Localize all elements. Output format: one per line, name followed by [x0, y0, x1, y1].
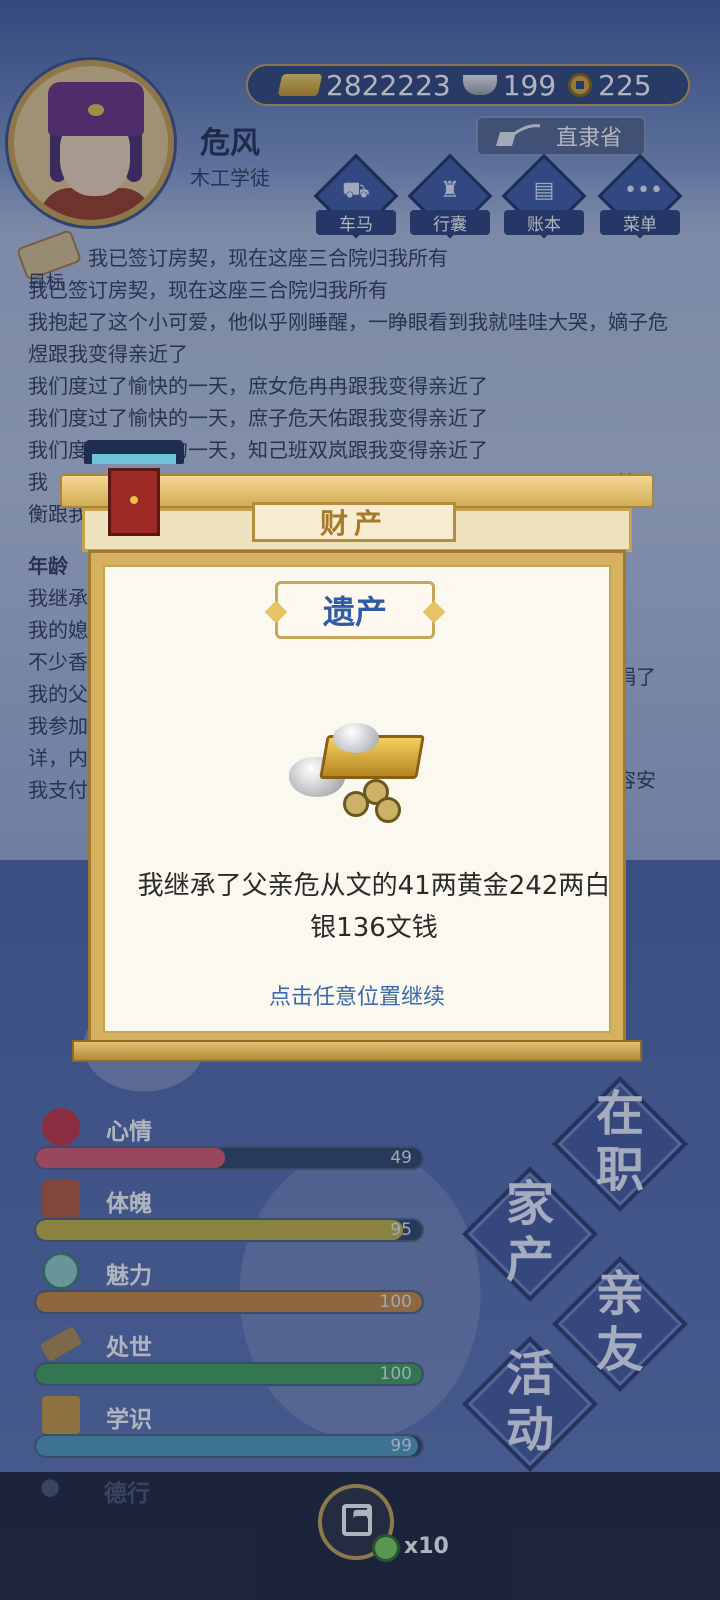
silver-ingot-icon: [333, 723, 379, 753]
modal-panel: 遗产 我继承了父亲危从文的41两黄金242两白银136文钱 点击任意位置继续: [103, 565, 611, 1033]
coin-icon: [375, 797, 401, 823]
treasure-icon: [283, 717, 433, 827]
modal-frame: 遗产 我继承了父亲危从文的41两黄金242两白银136文钱 点击任意位置继续: [88, 550, 626, 1048]
modal-base: [72, 1040, 642, 1062]
diamond-ornament-icon: [422, 600, 446, 624]
modal-title: 财产: [252, 502, 456, 542]
inheritance-modal[interactable]: 财产 遗产 我继承了父亲危从文的41两黄金242两白银136文钱 点击任意位置继…: [60, 474, 654, 1062]
diamond-ornament-icon: [264, 600, 288, 624]
gate-roof-trim: [92, 454, 176, 464]
gate-icon: [84, 440, 184, 538]
modal-heading: 遗产: [264, 581, 446, 639]
tap-to-continue[interactable]: 点击任意位置继续: [105, 979, 609, 1011]
gate-knob: [130, 496, 138, 504]
modal-heading-text: 遗产: [322, 593, 387, 631]
inheritance-message: 我继承了父亲危从文的41两黄金242两白银136文钱: [137, 871, 611, 943]
